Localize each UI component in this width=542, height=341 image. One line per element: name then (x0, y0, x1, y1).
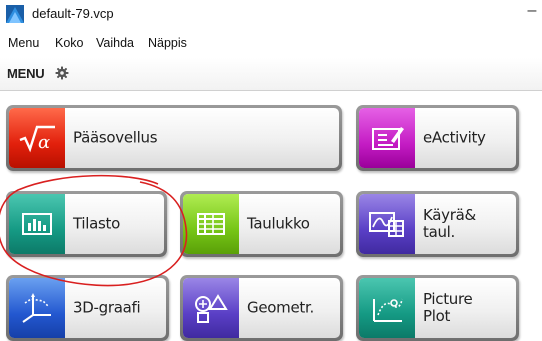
spreadsheet-icon (183, 194, 239, 254)
menu-item-koko[interactable]: Koko (55, 36, 84, 50)
app-paasovellus-button[interactable]: α Pääsovellus (6, 105, 342, 171)
app-taulukko-button[interactable]: Taulukko (180, 191, 343, 257)
app-label: Tilasto (73, 214, 121, 233)
app-label: Käyrä& taul. (423, 206, 476, 241)
app-icon (6, 5, 24, 23)
minimize-button[interactable]: – (522, 2, 542, 20)
window-title: default-79.vcp (32, 6, 114, 21)
app-kayra-taul-button[interactable]: Käyrä& taul. (356, 191, 519, 257)
menu-item-nappis[interactable]: Näppis (148, 36, 187, 50)
app-label: Taulukko (247, 214, 310, 233)
menu-item-vaihda[interactable]: Vaihda (96, 36, 134, 50)
menu-header-label: MENU (7, 66, 45, 81)
app-3d-graafi-button[interactable]: 3D-graafi (6, 275, 169, 341)
menu-header: MENU (0, 58, 542, 91)
geometry-icon (183, 278, 239, 338)
app-grid: α Pääsovellus eActivity Tilasto Taulukko… (0, 91, 542, 341)
graph-table-icon (359, 194, 415, 254)
gear-icon[interactable] (55, 66, 69, 80)
svg-text:α: α (38, 132, 50, 153)
app-tilasto-button[interactable]: Tilasto (6, 191, 167, 257)
app-eactivity-button[interactable]: eActivity (356, 105, 519, 171)
title-bar: default-79.vcp – (0, 0, 542, 28)
app-label: Geometr. (247, 298, 314, 317)
app-picture-plot-button[interactable]: Picture Plot (356, 275, 519, 341)
menu-item-menu[interactable]: Menu (8, 36, 39, 50)
statistics-icon (9, 194, 65, 254)
eactivity-icon (359, 108, 415, 168)
picture-plot-icon (359, 278, 415, 338)
app-geometr-button[interactable]: Geometr. (180, 275, 343, 341)
app-label: 3D-graafi (73, 298, 141, 317)
3d-graph-icon (9, 278, 65, 338)
app-label: Picture Plot (423, 290, 473, 325)
sqrt-alpha-icon: α (9, 108, 65, 168)
app-label: eActivity (423, 128, 486, 147)
app-label: Pääsovellus (73, 128, 158, 147)
menu-bar: Menu Koko Vaihda Näppis (0, 28, 542, 59)
